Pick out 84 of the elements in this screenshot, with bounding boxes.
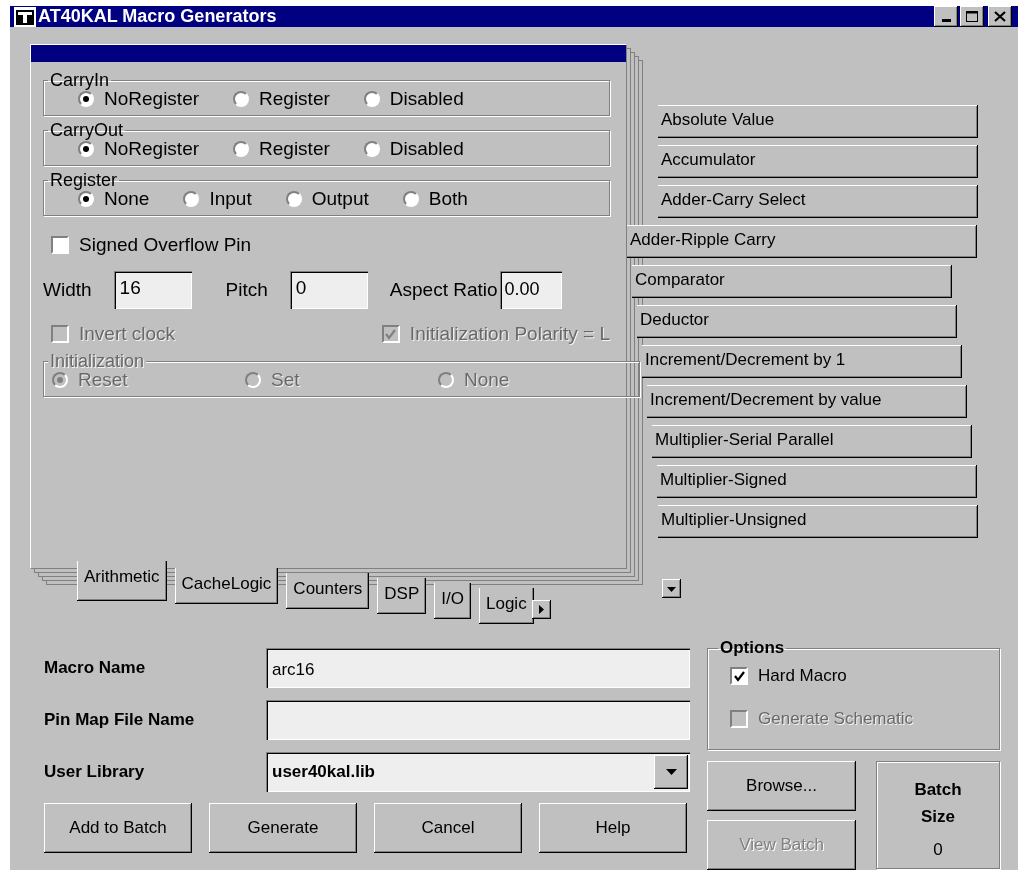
radio-label: None: [464, 369, 510, 391]
input-field[interactable]: [266, 700, 690, 740]
group-title: Options: [719, 638, 786, 658]
macro-tab[interactable]: Increment/Decrement by value: [647, 385, 967, 418]
field-label: Width: [43, 279, 92, 301]
radio-label: Input: [209, 188, 252, 210]
input-field[interactable]: 0: [289, 271, 368, 309]
scroll-down-button[interactable]: [662, 579, 681, 598]
radio-label: Reset: [78, 369, 128, 391]
input-field[interactable]: 0.00: [499, 271, 562, 309]
down-arrow-icon: [664, 767, 678, 777]
checkbox[interactable]: [730, 667, 748, 685]
minimize-icon: [941, 19, 951, 22]
checkbox-label: Signed Overflow Pin: [79, 234, 252, 256]
radio-label: Disabled: [389, 138, 464, 160]
macro-tab[interactable]: Multiplier-Signed: [657, 465, 977, 498]
radio-button[interactable]: [233, 141, 250, 157]
checkbox-label: Hard Macro: [758, 666, 847, 686]
macro-tab[interactable]: Adder-Carry Select: [658, 185, 978, 218]
maximize-icon: [965, 10, 979, 23]
radio-label: Register: [259, 138, 330, 160]
button[interactable]: Generate: [209, 803, 357, 853]
tab[interactable]: Counters: [286, 573, 370, 609]
batch-size-value: 0: [933, 840, 943, 860]
checkbox[interactable]: [51, 236, 69, 254]
radio-button[interactable]: [363, 91, 380, 107]
close-button[interactable]: [988, 6, 1012, 27]
check-mark-icon: [384, 328, 398, 340]
input-field[interactable]: arc16: [266, 648, 690, 688]
group-title: CarryIn: [49, 70, 110, 91]
radio-label: NoRegister: [104, 88, 200, 110]
dropdown-button[interactable]: [654, 755, 688, 789]
radio-button[interactable]: [285, 191, 302, 207]
tab[interactable]: Logic: [479, 588, 534, 624]
group-title: CarryOut: [49, 120, 124, 141]
group-title: Register: [49, 170, 119, 191]
check-mark-icon: [732, 670, 746, 682]
radio-button[interactable]: [78, 141, 94, 157]
radio-button[interactable]: [183, 191, 200, 207]
button[interactable]: Cancel: [374, 803, 522, 853]
radio-button[interactable]: [402, 191, 419, 207]
macro-tab[interactable]: Comparator: [632, 265, 952, 298]
checkbox-label: Invert clock: [79, 323, 176, 345]
checkbox-label: Generate Schematic: [758, 709, 913, 729]
close-icon: [993, 10, 1007, 23]
radio-button[interactable]: [363, 141, 380, 157]
field-label: Aspect Ratio: [389, 279, 498, 301]
maximize-button[interactable]: [960, 6, 984, 27]
macro-tab[interactable]: Absolute Value: [658, 105, 978, 138]
macro-tab[interactable]: Increment/Decrement by 1: [642, 345, 962, 378]
radio-label: Set: [271, 369, 300, 391]
radio-button[interactable]: [233, 91, 250, 107]
macro-tab[interactable]: Accumulator: [658, 145, 978, 178]
tab[interactable]: DSP: [377, 578, 427, 614]
macro-tab[interactable]: Multiplier-Unsigned: [658, 505, 978, 538]
macro-tab[interactable]: Multiplier-Serial Parallel: [652, 425, 972, 458]
batch-size-label: Batch Size: [913, 779, 963, 828]
field-label: Macro Name: [44, 658, 147, 678]
right-arrow-icon: [536, 604, 547, 615]
input-field[interactable]: 16: [113, 271, 192, 309]
app-icon: [14, 6, 36, 27]
macro-tab[interactable]: Adder-Ripple Carry: [627, 225, 977, 258]
dropdown[interactable]: user40kal.lib: [266, 752, 690, 792]
window-title: AT40KAL Macro Generators: [38, 6, 278, 27]
checkbox-label: Initialization Polarity = L: [409, 323, 610, 345]
button[interactable]: Browse...: [707, 761, 856, 811]
minimize-button[interactable]: [934, 6, 958, 27]
radio-label: NoRegister: [104, 138, 200, 160]
field-label: Pitch: [225, 279, 268, 301]
radio-label: Disabled: [389, 88, 464, 110]
tab[interactable]: Arithmetic: [77, 561, 167, 601]
tab[interactable]: I/O: [434, 583, 471, 619]
tab[interactable]: CacheLogic: [174, 568, 279, 604]
field-label: Pin Map File Name: [44, 710, 196, 730]
radio-label: None: [104, 188, 150, 210]
radio-button[interactable]: [78, 191, 94, 207]
field-label: User Library: [44, 762, 146, 782]
button[interactable]: Add to Batch: [44, 803, 192, 853]
radio-label: Output: [311, 188, 369, 210]
button[interactable]: Help: [539, 803, 687, 853]
radio-label: Register: [259, 88, 330, 110]
radio-button[interactable]: [78, 91, 94, 107]
radio-label: Both: [428, 188, 468, 210]
macro-tab[interactable]: Deductor: [637, 305, 957, 338]
